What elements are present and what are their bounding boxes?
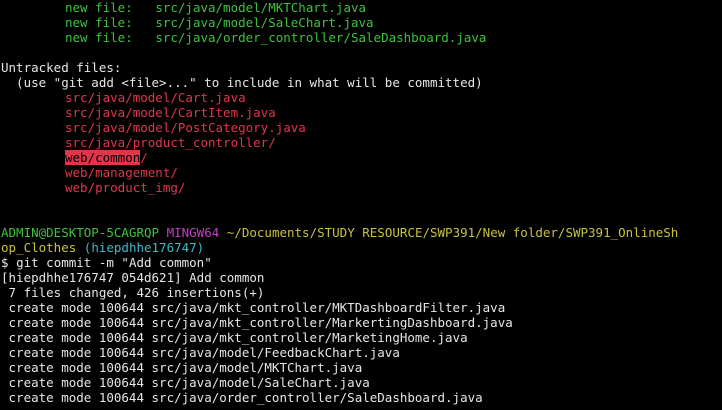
prompt-user-host: ADMIN@DESKTOP-5CAGRQP <box>1 225 160 240</box>
prompt-cwd: ~/Documents/STUDY RESOURCE/SWP391/New fo… <box>226 225 679 240</box>
untracked-file: web/product_img/ <box>65 180 186 195</box>
untracked-file: src/java/model/CartItem.java <box>65 105 276 120</box>
prompt-cwd-wrap: op_Clothes <box>1 240 77 255</box>
staged-path: src/java/model/SaleChart.java <box>155 15 374 30</box>
commit-summary: [hiepdhhe176747 054d621] Add common <box>1 270 265 285</box>
prompt-shell: MINGW64 <box>166 225 220 240</box>
prompt-branch: (hiepdhhe176747) <box>83 240 205 255</box>
staged-status: new file: <box>65 0 133 15</box>
untracked-file: src/java/product_controller/ <box>65 135 276 150</box>
untracked-file: src/java/model/PostCategory.java <box>65 120 306 135</box>
command-line[interactable]: $ git commit -m "Add common" <box>0 255 722 270</box>
prompt-line: ADMIN@DESKTOP-5CAGRQP MINGW64 ~/Document… <box>0 225 722 240</box>
untracked-file: web/management/ <box>65 165 178 180</box>
staged-path: src/java/order_controller/SaleDashboard.… <box>155 30 487 45</box>
staged-file-line: new file: src/java/model/SaleChart.java <box>0 15 722 30</box>
staged-path: src/java/model/MKTChart.java <box>155 0 367 15</box>
untracked-hint: (use "git add <file>..." to include in w… <box>1 75 483 90</box>
create-mode-line: create mode 100644 src/java/model/SaleCh… <box>1 375 370 390</box>
command-text: git commit -m "Add common" <box>16 255 212 270</box>
staged-status: new file: <box>65 30 133 45</box>
staged-file-line: new file: src/java/model/MKTChart.java <box>0 0 722 15</box>
prompt-line-wrap: op_Clothes (hiepdhhe176747) <box>0 240 722 255</box>
terminal-window[interactable]: new file: src/java/model/MKTChart.java n… <box>0 0 722 410</box>
untracked-header: Untracked files: <box>1 60 122 75</box>
create-mode-line: create mode 100644 src/java/mkt_controll… <box>1 315 513 330</box>
staged-status: new file: <box>65 15 133 30</box>
create-mode-line: create mode 100644 src/java/mkt_controll… <box>1 300 506 315</box>
untracked-file: src/java/model/Cart.java <box>65 90 246 105</box>
text-selection[interactable]: web/common <box>65 150 141 165</box>
create-mode-line: create mode 100644 src/java/order_contro… <box>1 390 483 405</box>
staged-file-line: new file: src/java/order_controller/Sale… <box>0 30 722 45</box>
create-mode-line: create mode 100644 src/java/model/MKTCha… <box>1 360 363 375</box>
create-mode-line: create mode 100644 src/java/model/Feedba… <box>1 345 400 360</box>
untracked-file-selected[interactable]: web/common/ <box>0 150 722 165</box>
prompt-symbol: $ <box>1 255 9 270</box>
create-mode-line: create mode 100644 src/java/mkt_controll… <box>1 330 468 345</box>
commit-stats: 7 files changed, 426 insertions(+) <box>1 285 265 300</box>
